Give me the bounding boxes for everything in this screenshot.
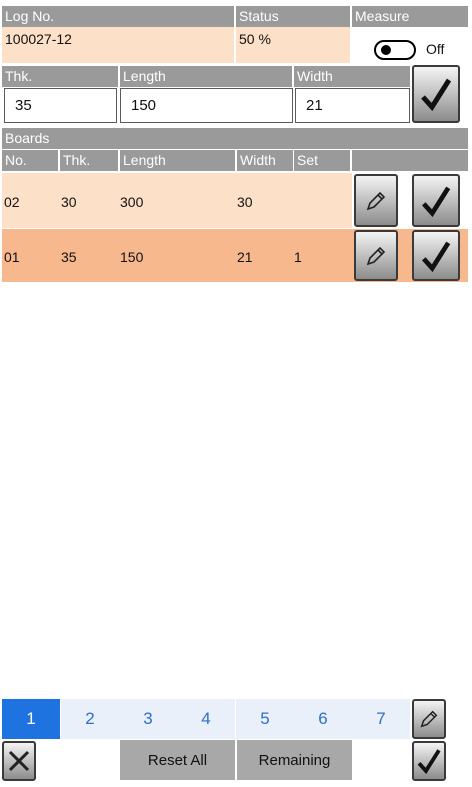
toggle-knob bbox=[381, 45, 391, 55]
check-icon bbox=[422, 186, 451, 217]
width-input[interactable]: 21 bbox=[295, 88, 410, 123]
page-tab-5[interactable]: 5 bbox=[236, 699, 294, 739]
measure-toggle-label: Off bbox=[426, 41, 445, 57]
cancel-button[interactable] bbox=[2, 741, 36, 781]
page-tab-6[interactable]: 6 bbox=[294, 699, 352, 739]
page-tab-2[interactable]: 2 bbox=[61, 699, 119, 739]
col-no: No. bbox=[2, 150, 58, 171]
length-input[interactable]: 150 bbox=[120, 88, 293, 123]
status-value: 50 % bbox=[236, 27, 350, 63]
row-no: 01 bbox=[4, 249, 20, 265]
col-width: Width bbox=[237, 150, 293, 171]
col-set: Set bbox=[294, 150, 350, 171]
reset-all-button[interactable]: Reset All bbox=[120, 740, 235, 780]
log-no-header: Log No. bbox=[2, 6, 234, 27]
close-icon bbox=[8, 750, 30, 772]
page-tab-1[interactable]: 1 bbox=[2, 699, 60, 739]
page-tab-7[interactable]: 7 bbox=[352, 699, 410, 739]
row-set: 1 bbox=[294, 249, 302, 265]
row-length: 300 bbox=[120, 194, 144, 210]
log-no-value: 100027-12 bbox=[2, 27, 234, 63]
check-icon bbox=[421, 78, 452, 111]
status-header: Status bbox=[236, 6, 350, 27]
check-icon bbox=[422, 241, 451, 272]
confirm-row-button[interactable] bbox=[412, 230, 460, 281]
edit-row-button[interactable] bbox=[354, 174, 398, 227]
col-actions bbox=[352, 150, 468, 171]
col-length: Length bbox=[120, 150, 235, 171]
thk-header: Thk. bbox=[2, 66, 118, 87]
row-no: 02 bbox=[4, 194, 20, 210]
remaining-button[interactable]: Remaining bbox=[237, 740, 352, 780]
row-thk: 35 bbox=[61, 249, 77, 265]
row-length: 150 bbox=[120, 249, 144, 265]
pencil-icon bbox=[366, 191, 386, 210]
edit-row-button[interactable] bbox=[354, 230, 398, 281]
confirm-entry-button[interactable] bbox=[412, 65, 460, 123]
width-header: Width bbox=[294, 66, 410, 87]
confirm-all-button[interactable] bbox=[412, 741, 446, 781]
length-header: Length bbox=[120, 66, 292, 87]
table-row[interactable] bbox=[2, 173, 352, 228]
boards-header: Boards bbox=[2, 128, 468, 149]
row-width: 21 bbox=[237, 249, 253, 265]
row-width: 30 bbox=[237, 194, 253, 210]
edit-page-button[interactable] bbox=[412, 699, 446, 739]
page-tab-3[interactable]: 3 bbox=[119, 699, 177, 739]
page-tab-4[interactable]: 4 bbox=[177, 699, 235, 739]
pencil-icon bbox=[366, 246, 386, 265]
row-thk: 30 bbox=[61, 194, 77, 210]
check-icon bbox=[417, 749, 441, 774]
thk-input[interactable]: 35 bbox=[4, 88, 117, 123]
measure-header: Measure bbox=[352, 6, 468, 27]
confirm-row-button[interactable] bbox=[412, 174, 460, 227]
measure-toggle[interactable] bbox=[374, 40, 416, 60]
col-thk: Thk. bbox=[60, 150, 118, 171]
pencil-icon bbox=[420, 710, 438, 728]
